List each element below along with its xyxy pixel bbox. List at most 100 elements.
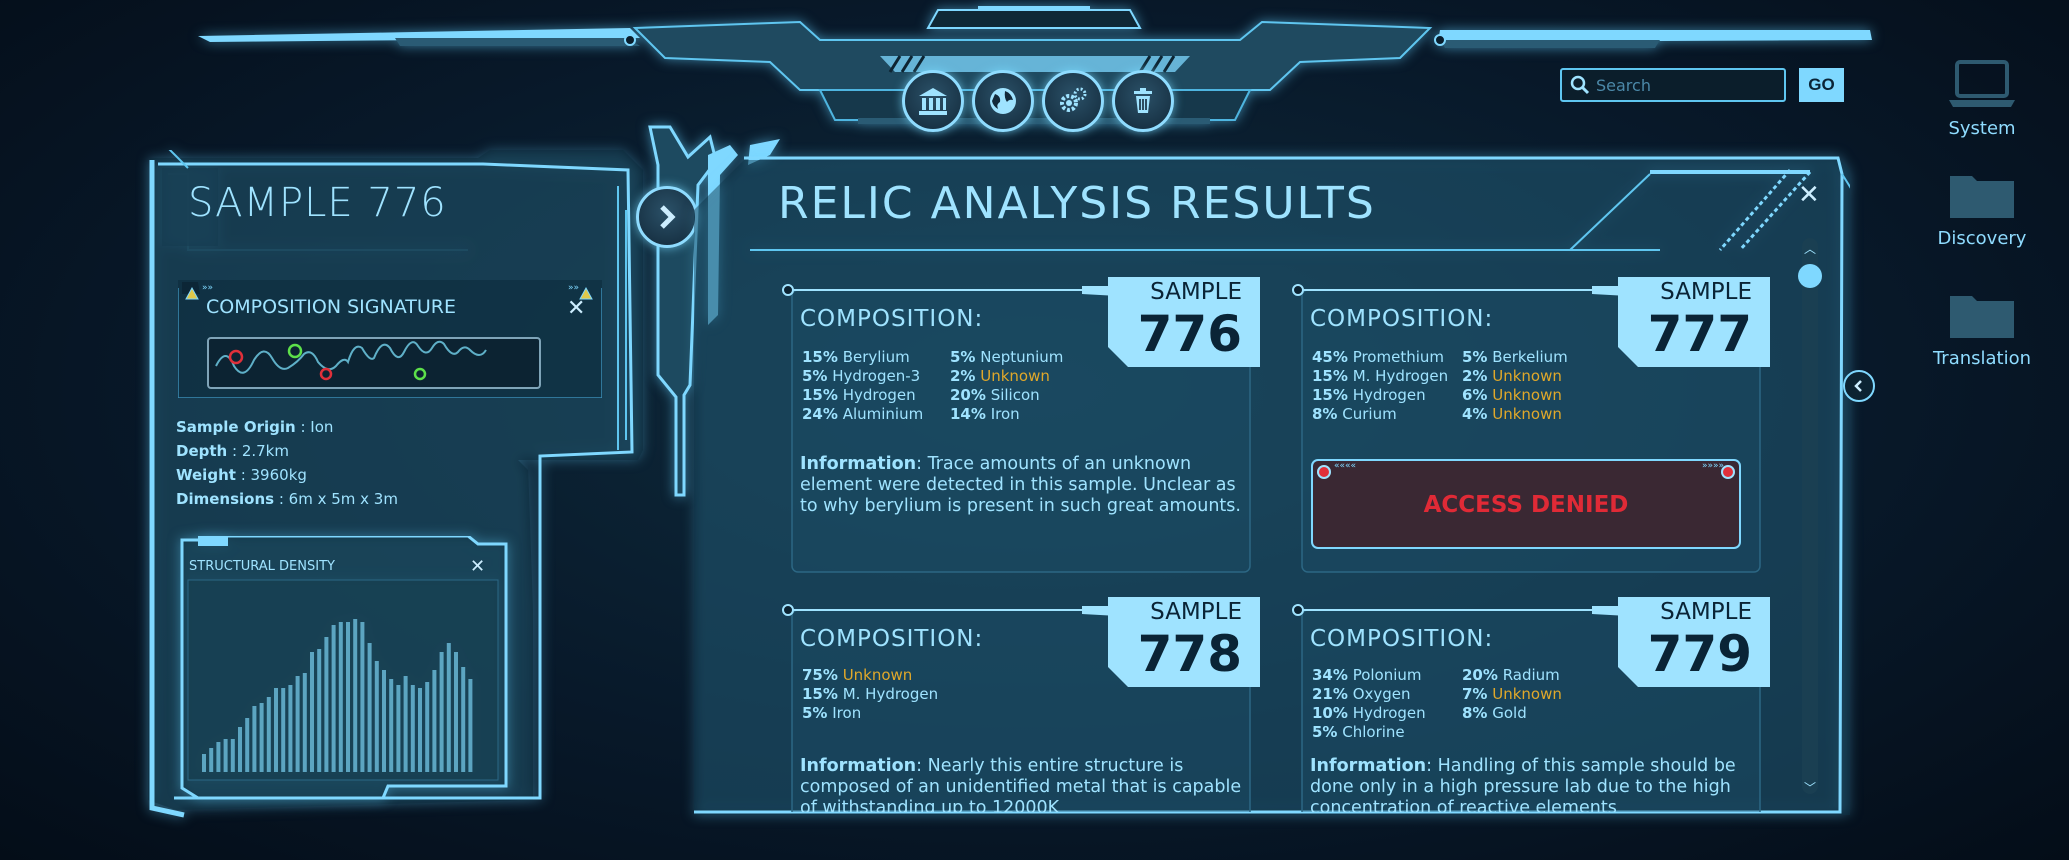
- sample-badge-word: SAMPLE: [1660, 599, 1752, 625]
- composition-label: COMPOSITION:: [1310, 306, 1494, 332]
- composition-col-2: 20% Radium 7% Unknown 8% Gold: [1462, 666, 1562, 722]
- density-bar: [295, 676, 300, 772]
- density-bar: [202, 754, 206, 772]
- expand-panel-button[interactable]: [636, 186, 698, 248]
- svg-text:»»»»: »»»»: [1702, 461, 1724, 471]
- svg-text:««««: ««««: [1334, 461, 1356, 471]
- chevron-right-icon: [660, 205, 676, 229]
- desktop-icon-label: System: [1948, 118, 2016, 139]
- trash-icon: [1134, 88, 1152, 113]
- svg-text:»»: »»: [568, 283, 579, 293]
- density-bar: [461, 667, 466, 772]
- card-information: Information: Handling of this sample sho…: [1310, 756, 1736, 812]
- card-information: Information: Nearly this entire structur…: [800, 756, 1242, 812]
- density-bar: [310, 652, 314, 772]
- density-bar: [446, 643, 451, 772]
- folder-icon: [1950, 296, 2014, 338]
- search-box[interactable]: [1560, 68, 1786, 102]
- desktop-icon-discovery[interactable]: Discovery: [1922, 172, 2042, 249]
- density-bar: [425, 682, 430, 772]
- search-icon: [1570, 75, 1590, 95]
- density-bar: [331, 625, 336, 772]
- settings-button[interactable]: [1042, 70, 1104, 132]
- density-bar: [418, 688, 422, 772]
- globe-button[interactable]: [972, 70, 1034, 132]
- density-bar: [259, 703, 264, 772]
- search-input[interactable]: [1594, 74, 1778, 96]
- desktop-icon-system[interactable]: System: [1922, 58, 2042, 139]
- density-bar: [302, 673, 307, 772]
- sample-badge-number: 778: [1137, 625, 1242, 683]
- composition-col-2: 5% Neptunium 2% Unknown 20% Silicon 14% …: [950, 348, 1064, 423]
- structural-density-close-icon[interactable]: ✕: [470, 556, 485, 577]
- desktop-icon-translation[interactable]: Translation: [1922, 292, 2042, 369]
- density-bar: [468, 679, 473, 772]
- sample-badge-number: 776: [1137, 305, 1242, 363]
- density-bar: [281, 688, 286, 772]
- sample-badge-word: SAMPLE: [1660, 279, 1752, 305]
- detail-depth: Depth : 2.7km: [176, 442, 289, 460]
- density-bar: [216, 742, 221, 772]
- density-bar: [396, 685, 401, 772]
- density-bar: [432, 670, 437, 772]
- density-bar: [266, 697, 271, 772]
- desktop-icon-label: Translation: [1932, 348, 2032, 369]
- structural-density-title: STRUCTURAL DENSITY: [189, 559, 335, 574]
- gear-icon: [1060, 87, 1087, 112]
- page-title: RELIC ANALYSIS RESULTS: [778, 178, 1376, 229]
- card-information: Information: Trace amounts of an unknown…: [800, 454, 1241, 516]
- collapse-side-button[interactable]: [1843, 370, 1875, 402]
- access-denied-text: ACCESS DENIED: [1423, 492, 1629, 518]
- sample-badge: SAMPLE 776: [1108, 273, 1260, 367]
- sample-badge-number: 779: [1647, 625, 1752, 683]
- museum-icon: [919, 88, 947, 115]
- composition-label: COMPOSITION:: [800, 306, 984, 332]
- composition-col-1: 75% Unknown 15% M. Hydrogen 5% Iron: [802, 666, 939, 722]
- density-bar: [454, 652, 458, 772]
- density-bar: [238, 727, 242, 772]
- density-bar: [382, 670, 386, 772]
- density-bar: [360, 622, 365, 772]
- density-bar: [288, 685, 293, 772]
- detail-sample-origin: Sample Origin : Ion: [176, 418, 334, 436]
- detail-weight: Weight : 3960kg: [176, 466, 307, 484]
- detail-dimensions: Dimensions : 6m x 5m x 3m: [176, 490, 398, 508]
- density-bar: [353, 619, 358, 772]
- result-card-778[interactable]: SAMPLE 778 COMPOSITION: 75% Unknown 15% …: [782, 596, 1260, 812]
- result-card-779[interactable]: SAMPLE 779 COMPOSITION: 34% Polonium 21%…: [1292, 596, 1770, 812]
- density-bar: [245, 718, 250, 772]
- composition-label: COMPOSITION:: [1310, 626, 1494, 652]
- go-button[interactable]: GO: [1799, 68, 1844, 102]
- scroll-up-icon[interactable]: ︿: [1804, 240, 1816, 257]
- trash-button[interactable]: [1112, 70, 1174, 132]
- museum-button[interactable]: [902, 70, 964, 132]
- composition-signature-close-icon[interactable]: ✕: [567, 296, 585, 321]
- desktop-icon-label: Discovery: [1937, 228, 2027, 249]
- chevron-left-icon: [1854, 380, 1862, 392]
- sample-badge-number: 777: [1647, 305, 1752, 363]
- globe-icon: [990, 88, 1016, 114]
- density-bar: [324, 637, 329, 772]
- close-panel-icon[interactable]: ✕: [1798, 180, 1820, 210]
- results-grid: SAMPLE 776 COMPOSITION: 15% Berylium 5% …: [770, 262, 1780, 812]
- density-bar: [209, 748, 214, 772]
- laptop-icon: [1949, 60, 2015, 107]
- density-bar: [252, 706, 257, 772]
- density-bar: [389, 679, 394, 772]
- sample-badge: SAMPLE 777: [1618, 273, 1770, 367]
- folder-icon: [1950, 176, 2014, 218]
- composition-col-1: 34% Polonium 21% Oxygen 10% Hydrogen 5% …: [1312, 666, 1426, 741]
- density-bar: [439, 652, 444, 772]
- svg-text:»»: »»: [202, 283, 213, 293]
- density-bar: [230, 739, 235, 772]
- sample-badge-word: SAMPLE: [1150, 279, 1242, 305]
- results-scrollbar[interactable]: ︿ ﹀: [1798, 238, 1822, 796]
- density-bar: [367, 643, 372, 772]
- density-bar: [223, 739, 228, 772]
- density-bar: [317, 649, 322, 772]
- scrollbar-thumb[interactable]: [1798, 264, 1822, 288]
- scroll-down-icon[interactable]: ﹀: [1804, 779, 1816, 796]
- result-card-777[interactable]: SAMPLE 777 COMPOSITION: 45% Promethium 1…: [1292, 276, 1770, 573]
- access-denied-box: «««« »»»» ACCESS DENIED: [1310, 458, 1742, 550]
- result-card-776[interactable]: SAMPLE 776 COMPOSITION: 15% Berylium 5% …: [782, 276, 1260, 573]
